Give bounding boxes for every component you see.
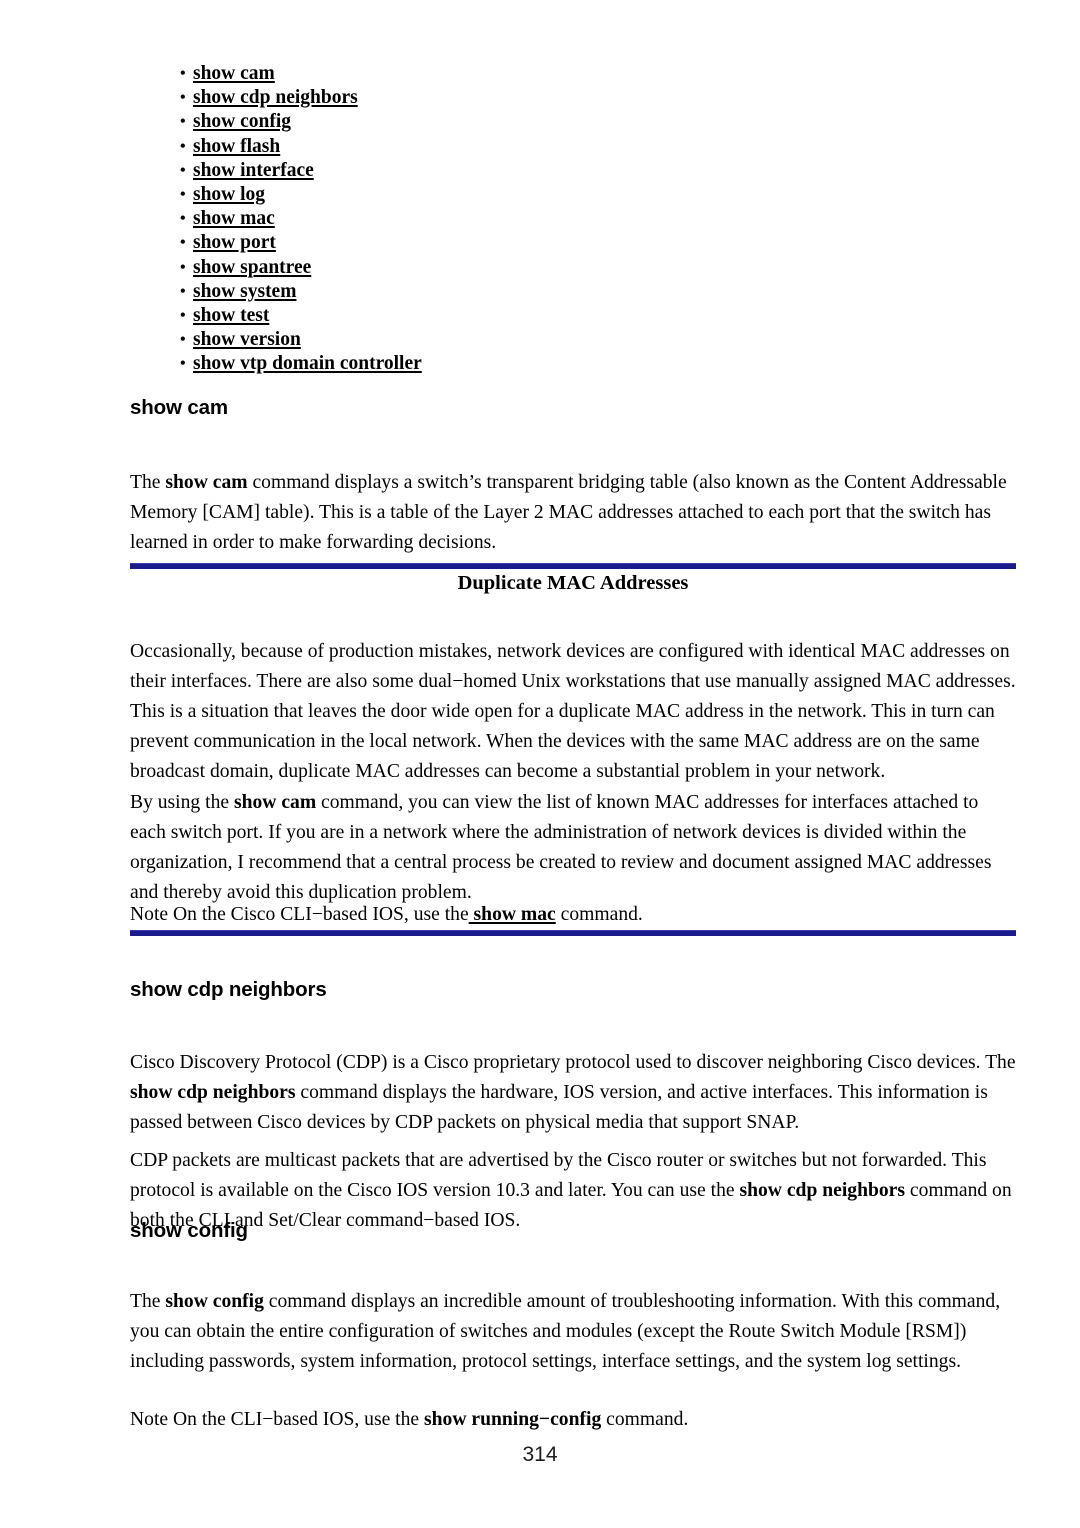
command-link[interactable]: show interface: [193, 160, 314, 181]
bullet-icon: •: [180, 355, 186, 373]
paragraph-cdp-1: Cisco Discovery Protocol (CDP) is a Cisc…: [130, 1048, 1016, 1139]
command-link[interactable]: show mac: [193, 208, 275, 229]
list-item[interactable]: • show spantree: [130, 256, 1016, 280]
list-item[interactable]: • show system: [130, 280, 1016, 304]
command-link[interactable]: show version: [193, 329, 301, 350]
document-page: • show cam • show cdp neighbors • show c…: [0, 0, 1080, 1528]
paragraph-show-config: The show config command displays an incr…: [130, 1287, 1016, 1378]
text-run: The: [130, 471, 166, 493]
inline-command-bold: show cdp neighbors: [130, 1081, 296, 1103]
command-link[interactable]: show port: [193, 232, 276, 253]
sidebar-bottom-rule: [130, 930, 1016, 936]
heading-show-cdp-neighbors: show cdp neighbors: [130, 978, 327, 1001]
inline-command-bold: show cam: [165, 471, 248, 493]
text-run: command displays a switch’s transparent …: [130, 471, 1007, 553]
list-item[interactable]: • show flash: [130, 135, 1016, 159]
text-run: On the Cisco CLI−based IOS, use the: [168, 903, 469, 925]
bullet-icon: •: [180, 331, 186, 349]
bullet-icon: •: [180, 210, 186, 228]
list-item[interactable]: • show mac: [130, 207, 1016, 231]
list-item[interactable]: • show port: [130, 231, 1016, 255]
bullet-icon: •: [180, 306, 186, 324]
command-list: • show cam • show cdp neighbors • show c…: [130, 62, 1016, 376]
sidebar-paragraph-2: By using the show cam command, you can v…: [130, 788, 1016, 909]
bullet-icon: •: [180, 65, 186, 82]
list-item[interactable]: • show cdp neighbors: [130, 86, 1016, 110]
bullet-icon: •: [180, 113, 186, 131]
note-label: Note: [130, 903, 169, 925]
command-link[interactable]: show vtp domain controller: [193, 353, 422, 374]
list-item[interactable]: • show log: [130, 183, 1016, 207]
bullet-icon: •: [180, 161, 186, 179]
text-run: By using the: [130, 791, 234, 813]
text-run: command.: [555, 903, 643, 925]
command-link[interactable]: show test: [193, 305, 269, 326]
command-link[interactable]: show flash: [193, 136, 280, 157]
paragraph-show-cam: The show cam command displays a switch’s…: [130, 468, 1016, 559]
bullet-icon: •: [180, 185, 186, 203]
sidebar-top-rule: [130, 563, 1016, 569]
text-run: Cisco Discovery Protocol (CDP) is a Cisc…: [130, 1051, 1016, 1073]
bullet-icon: •: [180, 137, 186, 155]
sidebar-paragraph-1: Occasionally, because of production mist…: [130, 640, 1016, 783]
bullet-icon: •: [180, 282, 186, 300]
inline-command-link[interactable]: show mac: [469, 904, 556, 925]
text-run: command.: [601, 1408, 689, 1430]
sidebar-title: Duplicate MAC Addresses: [457, 572, 689, 594]
command-link[interactable]: show log: [193, 184, 265, 205]
inline-command-bold: show cdp neighbors: [739, 1179, 905, 1201]
heading-show-cam: show cam: [130, 396, 228, 419]
inline-command-bold: show running−config: [424, 1408, 602, 1430]
command-link[interactable]: show system: [193, 281, 296, 302]
bullet-icon: •: [180, 234, 186, 252]
bullet-icon: •: [180, 258, 186, 276]
list-item[interactable]: • show version: [130, 328, 1016, 352]
inline-command-bold: show config: [165, 1290, 264, 1312]
list-item[interactable]: • show config: [130, 110, 1016, 134]
heading-show-config: show config: [130, 1219, 248, 1242]
bullet-icon: •: [180, 89, 186, 107]
command-link[interactable]: show cdp neighbors: [193, 87, 358, 108]
list-item[interactable]: • show test: [130, 304, 1016, 328]
list-item[interactable]: • show vtp domain controller: [130, 352, 1016, 376]
paragraph-cdp-2: CDP packets are multicast packets that a…: [130, 1146, 1016, 1237]
sidebar-note: Note On the Cisco CLI−based IOS, use the…: [130, 900, 1016, 930]
config-note: Note On the CLI−based IOS, use the show …: [130, 1405, 1016, 1435]
page-number: 314: [522, 1443, 558, 1466]
text-run: On the CLI−based IOS, use the: [168, 1408, 425, 1430]
note-label: Note: [130, 1408, 169, 1430]
list-item[interactable]: • show interface: [130, 159, 1016, 183]
command-link[interactable]: show spantree: [193, 257, 311, 278]
command-link[interactable]: show config: [193, 111, 291, 132]
inline-command-bold: show cam: [233, 791, 317, 813]
list-item[interactable]: • show cam: [130, 62, 1016, 86]
command-link[interactable]: show cam: [193, 63, 275, 84]
text-run: The: [130, 1290, 166, 1312]
